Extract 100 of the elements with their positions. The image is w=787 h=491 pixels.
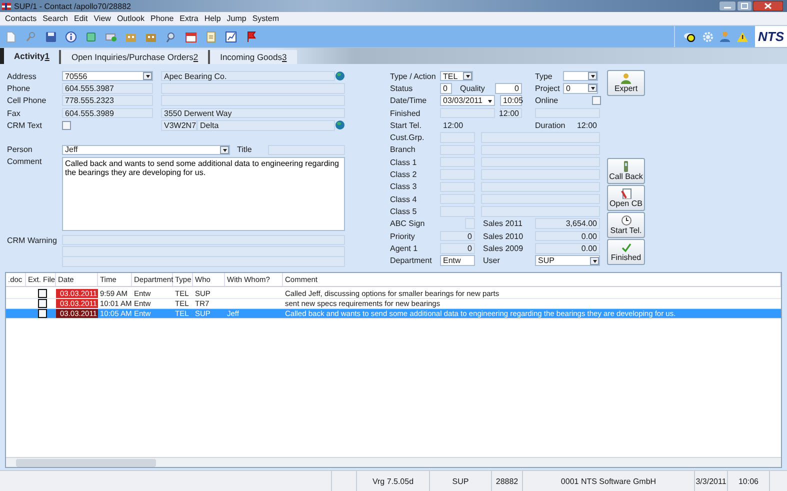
globe-icon[interactable]: [335, 120, 345, 130]
menu-item[interactable]: Extra: [176, 14, 202, 23]
document-icon: [620, 188, 632, 199]
close-icon[interactable]: [753, 1, 783, 11]
info-icon[interactable]: [65, 30, 77, 42]
dropdown[interactable]: TEL: [440, 70, 473, 82]
note-icon[interactable]: [205, 30, 217, 42]
field-label: Sales 2011: [483, 219, 524, 228]
field-label: Online: [535, 96, 560, 106]
action-button[interactable]: Start Tel.: [607, 212, 645, 238]
caret-icon: [463, 72, 472, 80]
input-field[interactable]: 778.555.2323: [62, 95, 153, 106]
lamp-icon[interactable]: [684, 32, 696, 42]
calendar-icon[interactable]: [185, 30, 197, 42]
field-label: Type: [535, 72, 554, 81]
checkbox[interactable]: [38, 299, 46, 308]
field-label: Type / Action: [390, 72, 437, 81]
date-picker[interactable]: 03/03/2011: [440, 95, 495, 106]
field-label: Class 3: [390, 182, 418, 192]
input-field[interactable]: 0.00: [535, 243, 600, 254]
tab[interactable]: Activity1: [0, 48, 60, 64]
tab[interactable]: Open Inquiries/Purchase Orders2: [59, 50, 208, 64]
clock-icon: [620, 215, 632, 226]
tab[interactable]: Incoming Goods3: [208, 50, 297, 64]
save-icon[interactable]: [45, 30, 57, 42]
search-icon[interactable]: [165, 30, 177, 42]
field-label: ABC Sign: [390, 219, 426, 228]
menu-item[interactable]: Contacts: [2, 14, 40, 23]
input-field[interactable]: [440, 108, 495, 118]
dropdown[interactable]: SUP: [535, 255, 600, 266]
menu-item[interactable]: Outlook: [114, 14, 148, 23]
input-field[interactable]: 3550 Derwent Way: [161, 108, 345, 118]
logo: NTS: [755, 26, 787, 47]
comment-field[interactable]: Called back and wants to send some additional data to engineering regarding the bearings they are developing for us.: [62, 157, 345, 232]
action-button[interactable]: Open CB: [607, 185, 645, 211]
menu-item[interactable]: Search: [40, 14, 71, 23]
input-field[interactable]: 0: [495, 83, 522, 94]
field-label: Project: [535, 84, 561, 93]
menu-item[interactable]: Edit: [70, 14, 91, 23]
input-field[interactable]: 10:05: [500, 95, 522, 106]
input-field[interactable]: 0: [440, 230, 475, 242]
menu-item[interactable]: Phone: [148, 14, 177, 23]
input-field[interactable]: Delta: [197, 120, 335, 131]
gear-icon[interactable]: [703, 32, 713, 42]
field-label: Phone: [7, 84, 32, 93]
tray-icon[interactable]: [85, 30, 97, 42]
field-label: Address: [7, 72, 38, 81]
chart-icon[interactable]: [225, 30, 237, 42]
field-label: Quality: [460, 84, 486, 93]
menu-item[interactable]: Jump: [224, 14, 250, 23]
input-field[interactable]: 12:00: [575, 120, 600, 131]
user-icon[interactable]: [720, 31, 730, 42]
flag-icon[interactable]: [245, 30, 257, 42]
maximize-icon[interactable]: [737, 1, 752, 11]
checkbox[interactable]: [38, 289, 46, 298]
minimize-icon[interactable]: [719, 1, 736, 11]
input-field[interactable]: 3,654.00: [535, 218, 600, 229]
checkbox[interactable]: [592, 96, 601, 106]
warning-icon[interactable]: [737, 32, 748, 42]
input-field[interactable]: 0.00: [535, 230, 600, 242]
checkbox[interactable]: [38, 309, 46, 318]
field-label: Priority: [390, 232, 416, 240]
scrollbar[interactable]: [6, 457, 781, 467]
input-field[interactable]: 12:00: [500, 108, 522, 118]
status-field: 0001 NTS Software GmbH: [523, 471, 695, 491]
action-button[interactable]: Expert: [607, 70, 645, 96]
action-button[interactable]: Call Back: [607, 158, 645, 184]
field-label: Fax: [7, 108, 22, 118]
input-field[interactable]: Apec Bearing Co.: [161, 70, 335, 82]
menu-item[interactable]: System: [249, 14, 282, 23]
action-button[interactable]: Finished: [607, 239, 645, 265]
input-field[interactable]: 604.555.3989: [62, 108, 153, 118]
input-field[interactable]: 0: [440, 243, 475, 254]
mail-icon[interactable]: [105, 30, 117, 42]
menu-item[interactable]: View: [90, 14, 114, 23]
caret-icon: [143, 72, 152, 80]
page-icon[interactable]: [5, 30, 17, 42]
dropdown[interactable]: Jeff: [62, 144, 230, 156]
menu-item[interactable]: Help: [201, 14, 224, 23]
status-field: SUP: [430, 471, 492, 491]
field-label: Sales 2010: [483, 232, 524, 240]
window-title: SUP/1 - Contact /apollo70/28882: [14, 2, 131, 10]
person-icon: [620, 73, 632, 84]
input-field[interactable]: 12:00: [440, 120, 535, 131]
field-label: Class 5: [390, 206, 418, 216]
app-icon: [2, 2, 11, 10]
field-label: CRM Warning: [7, 236, 58, 245]
input-field[interactable]: [268, 144, 345, 156]
field-label: Agent 1: [390, 244, 419, 253]
dropdown[interactable]: 0: [563, 83, 598, 94]
input-field[interactable]: V3W2N7: [161, 120, 197, 131]
check-icon: [620, 242, 632, 253]
input-field[interactable]: 604.555.3987: [62, 83, 153, 94]
input-field[interactable]: Entw: [440, 255, 475, 266]
input-field[interactable]: 0: [440, 83, 452, 94]
checkbox[interactable]: [62, 120, 71, 130]
globe-icon[interactable]: [335, 71, 345, 82]
field-label: Duration: [535, 120, 566, 130]
dropdown[interactable]: [563, 70, 598, 82]
dropdown[interactable]: 70556: [62, 70, 153, 82]
